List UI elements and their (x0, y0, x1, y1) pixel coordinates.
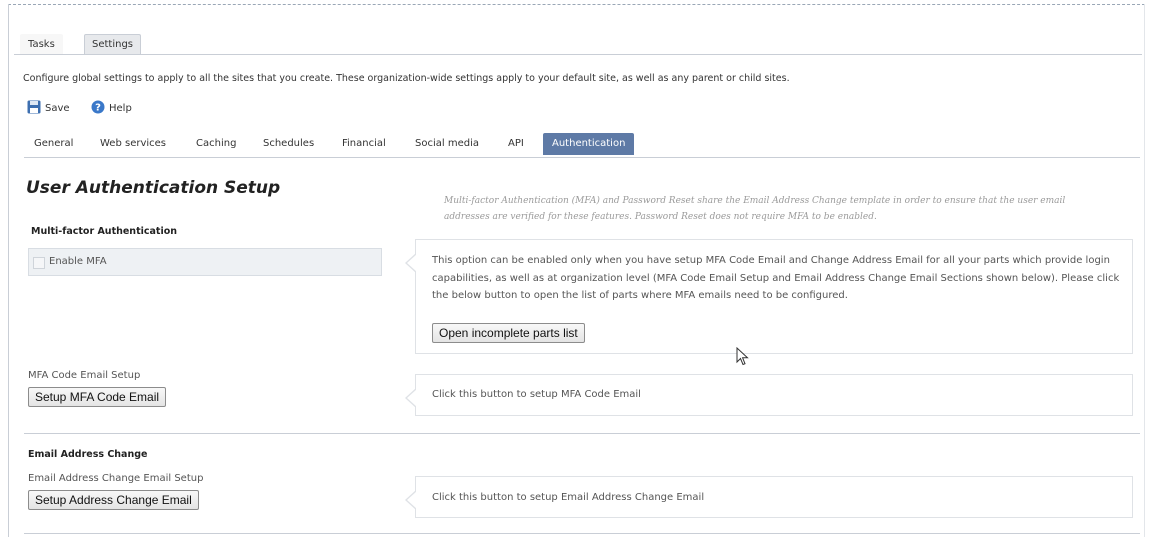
mfa-info-box: This option can be enabled only when you… (405, 239, 1133, 354)
email-change-setup-label: Email Address Change Email Setup (28, 473, 204, 484)
setup-address-change-email-button[interactable]: Setup Address Change Email (28, 490, 199, 510)
window-top-border (8, 4, 1145, 5)
subtab-web-services[interactable]: Web services (100, 133, 166, 155)
tab-tasks[interactable]: Tasks (20, 34, 63, 54)
subtab-authentication[interactable]: Authentication (543, 133, 635, 155)
mfa-code-email-info-box: Click this button to setup MFA Code Emai… (405, 374, 1133, 416)
window-left-border (8, 4, 9, 537)
section-divider (24, 433, 1140, 434)
mouse-cursor-icon (736, 347, 749, 366)
email-change-info-box: Click this button to setup Email Address… (405, 476, 1133, 518)
email-change-info-text: Click this button to setup Email Address… (432, 492, 705, 503)
mfa-code-email-label: MFA Code Email Setup (28, 370, 141, 381)
mfa-password-reset-note: Multi-factor Authentication (MFA) and Pa… (444, 196, 1066, 222)
mfa-info-text: This option can be enabled only when you… (432, 255, 1120, 301)
window-right-border (1144, 4, 1145, 537)
help-button[interactable]: ? Help (91, 100, 132, 118)
subtab-financial[interactable]: Financial (342, 133, 386, 155)
save-button[interactable]: Save (27, 100, 70, 118)
subtab-schedules[interactable]: Schedules (263, 133, 314, 155)
enable-mfa-label: Enable MFA (49, 256, 107, 267)
settings-subtabs: General Web services Caching Schedules F… (24, 133, 1140, 158)
subtab-social-media[interactable]: Social media (415, 133, 479, 155)
bottom-divider (24, 533, 1140, 534)
enable-mfa-checkbox[interactable] (33, 257, 45, 269)
setup-mfa-code-email-button[interactable]: Setup MFA Code Email (28, 387, 167, 407)
mfa-code-email-info-text: Click this button to setup MFA Code Emai… (432, 389, 641, 400)
main-tabs: Tasks Settings (14, 32, 1142, 55)
help-label: Help (109, 103, 132, 114)
save-label: Save (45, 103, 70, 114)
subtab-caching[interactable]: Caching (196, 133, 236, 155)
email-change-section-heading: Email Address Change (28, 449, 148, 460)
settings-description: Configure global settings to apply to al… (23, 73, 790, 84)
subtab-general[interactable]: General (34, 133, 73, 155)
mfa-section-heading: Multi-factor Authentication (31, 226, 178, 237)
floppy-disk-icon (27, 100, 41, 114)
tab-settings[interactable]: Settings (84, 34, 142, 54)
subtab-api[interactable]: API (508, 133, 524, 155)
help-icon: ? (91, 100, 105, 114)
svg-text:?: ? (95, 103, 101, 114)
open-incomplete-parts-button[interactable]: Open incomplete parts list (432, 323, 585, 343)
page-title: User Authentication Setup (26, 178, 281, 198)
enable-mfa-row: Enable MFA (28, 248, 382, 276)
